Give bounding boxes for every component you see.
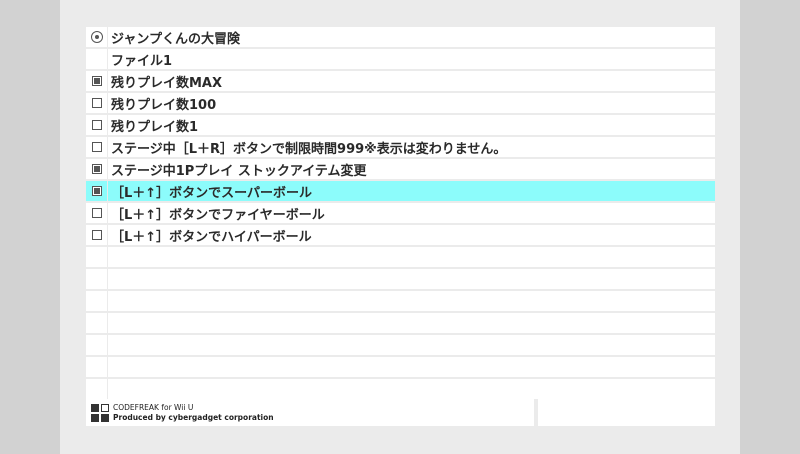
radio-icon <box>90 31 103 43</box>
checkbox-checked-icon[interactable] <box>91 76 102 86</box>
cheat-label: ファイル1 <box>108 49 715 69</box>
game-title: ジャンプくんの大冒険 <box>108 27 715 47</box>
empty-row <box>86 269 715 289</box>
checkbox-icon[interactable] <box>91 208 102 218</box>
cheat-row-file1[interactable]: ファイル1 <box>86 49 715 69</box>
checkbox-checked-icon[interactable] <box>91 164 102 174</box>
cheat-list: ジャンプくんの大冒険 ファイル1 残りプレイ数MAX 残りプレイ数100 残りプ… <box>86 27 715 401</box>
cheat-row-plays-100[interactable]: 残りプレイ数100 <box>86 93 715 113</box>
brand-producer: Produced by cybergadget corporation <box>113 412 274 422</box>
cheat-label: ステージ中［L＋R］ボタンで制限時間999※表示は変わりません。 <box>108 137 715 157</box>
game-title-row[interactable]: ジャンプくんの大冒険 <box>86 27 715 47</box>
checkbox-icon[interactable] <box>91 142 102 152</box>
footer-info-box <box>538 399 715 426</box>
cheat-row-time-999[interactable]: ステージ中［L＋R］ボタンで制限時間999※表示は変わりません。 <box>86 137 715 157</box>
empty-row <box>86 291 715 311</box>
cheat-label: ［L＋↑］ボタンでスーパーボール <box>108 181 715 201</box>
empty-row <box>86 313 715 333</box>
checkbox-icon[interactable] <box>91 230 102 240</box>
checkbox-icon[interactable] <box>91 98 102 108</box>
footer-brand: CODEFREAK for Wii U Produced by cybergad… <box>86 399 534 426</box>
cheat-label: 残りプレイ数MAX <box>108 71 715 91</box>
cheat-label: 残りプレイ数100 <box>108 93 715 113</box>
checkbox-checked-icon[interactable] <box>91 186 102 196</box>
empty-row <box>86 357 715 377</box>
empty-row <box>86 379 715 399</box>
cheat-row-plays-1[interactable]: 残りプレイ数1 <box>86 115 715 135</box>
empty-row <box>86 335 715 355</box>
cheat-label: ［L＋↑］ボタンでファイヤーボール <box>108 203 715 223</box>
empty-row <box>86 247 715 267</box>
cheat-label: ［L＋↑］ボタンでハイパーボール <box>108 225 715 245</box>
cheat-row-stock-item[interactable]: ステージ中1Pプレイ ストックアイテム変更 <box>86 159 715 179</box>
cheat-row-max-plays[interactable]: 残りプレイ数MAX <box>86 71 715 91</box>
checkbox-icon[interactable] <box>91 120 102 130</box>
cheat-row-hyper-ball[interactable]: ［L＋↑］ボタンでハイパーボール <box>86 225 715 245</box>
cheat-label: 残りプレイ数1 <box>108 115 715 135</box>
codefreak-logo-icon <box>91 403 109 422</box>
cheat-label: ステージ中1Pプレイ ストックアイテム変更 <box>108 159 715 179</box>
cheat-row-fire-ball[interactable]: ［L＋↑］ボタンでファイヤーボール <box>86 203 715 223</box>
cheat-row-super-ball[interactable]: ［L＋↑］ボタンでスーパーボール <box>86 181 715 201</box>
brand-name: CODEFREAK for Wii U <box>113 402 194 412</box>
